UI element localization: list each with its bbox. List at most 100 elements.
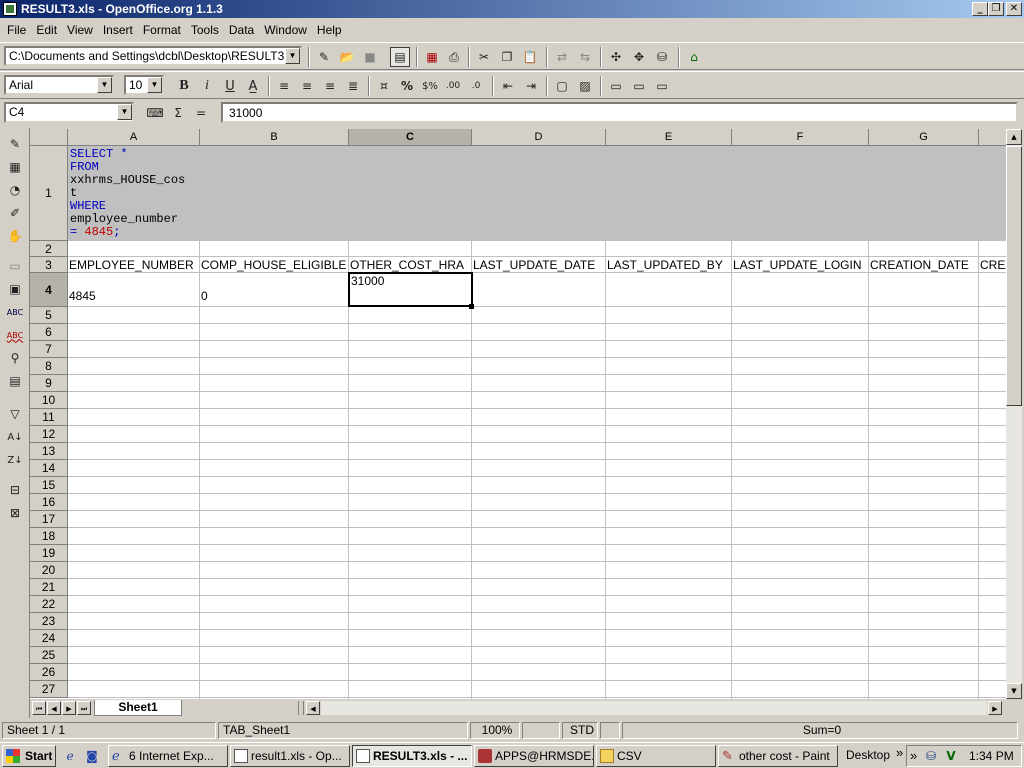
menu-format[interactable]: Format (138, 23, 186, 37)
row-header-27[interactable]: 27 (30, 681, 68, 698)
status-selection-mode[interactable]: STD (562, 722, 598, 739)
row-header-18[interactable]: 18 (30, 528, 68, 545)
start-button[interactable]: Start (2, 745, 56, 767)
row-header-15[interactable]: 15 (30, 477, 68, 494)
url-combo[interactable]: C:\Documents and Settings\dcbl\Desktop\R… (4, 46, 302, 66)
copy-icon[interactable]: ❐ (497, 47, 517, 67)
clock[interactable]: 1:34 PM (969, 749, 1014, 763)
currency-icon[interactable]: ¤ (374, 76, 394, 96)
cell-b4[interactable]: 0 (200, 289, 348, 304)
align-center-icon[interactable]: ≡ (297, 76, 317, 96)
row-header-4[interactable]: 4 (30, 273, 68, 307)
row-header-1[interactable]: 1 (30, 146, 68, 241)
first-sheet-icon[interactable]: ⏮ (32, 701, 46, 715)
horizontal-scroll-track[interactable] (321, 701, 987, 715)
data-sources-icon[interactable]: ⛁ (652, 47, 672, 67)
scroll-down-icon[interactable]: ▼ (1006, 683, 1022, 699)
edit-mode-icon[interactable]: ▤ (390, 47, 410, 67)
network-tray-icon[interactable]: ⛁ (921, 746, 941, 766)
column-header-e[interactable]: E (606, 129, 732, 146)
row-header-20[interactable]: 20 (30, 562, 68, 579)
find-replace-icon[interactable]: ⚲ (5, 348, 25, 368)
quicklaunch-icon[interactable]: ◙ (82, 746, 102, 766)
standard-number-icon[interactable]: $% (420, 76, 440, 96)
restore-button[interactable]: ❐ (988, 2, 1004, 16)
delete-decimal-icon[interactable]: .0 (466, 76, 486, 96)
formula-input[interactable]: 31000 (221, 102, 1018, 123)
stylist-icon[interactable]: ✥ (629, 47, 649, 67)
tab-splitter[interactable] (298, 701, 304, 715)
save-icon[interactable]: ■ (360, 47, 380, 67)
column-header-a[interactable]: A (68, 129, 200, 146)
justify-icon[interactable]: ≣ (343, 76, 363, 96)
tab-sheet1[interactable]: Sheet1 (94, 700, 182, 716)
insert-object-icon[interactable]: ◔ (5, 180, 25, 200)
italic-icon[interactable]: i (197, 76, 217, 96)
row-header-16[interactable]: 16 (30, 494, 68, 511)
tray-chevron-icon[interactable]: » (910, 748, 917, 763)
decrease-indent-icon[interactable]: ⇤ (498, 76, 518, 96)
column-header-b[interactable]: B (200, 129, 349, 146)
edit-file-icon[interactable]: ✎ (314, 47, 334, 67)
cell-h3[interactable]: CREA (979, 258, 1006, 273)
status-zoom[interactable]: 100% (470, 722, 520, 739)
cell-c4-selected[interactable]: 31000 (348, 272, 473, 307)
row-header-24[interactable]: 24 (30, 630, 68, 647)
spreadsheet-grid[interactable]: A B C D E F G SELECT * FROM xxhrms_HOUSE… (30, 129, 1006, 699)
task-csv-folder[interactable]: CSV (596, 745, 716, 767)
chevron-down-icon[interactable]: ▼ (147, 77, 162, 93)
row-header-5[interactable]: 5 (30, 307, 68, 324)
underline-icon[interactable]: U (220, 76, 240, 96)
navigator-icon[interactable]: ✣ (606, 47, 626, 67)
fill-handle[interactable] (469, 304, 474, 309)
menu-edit[interactable]: Edit (31, 23, 62, 37)
column-header-c[interactable]: C (349, 129, 472, 146)
menu-help[interactable]: Help (312, 23, 347, 37)
cell-format-icon-2[interactable]: ▭ (629, 76, 649, 96)
row-header-14[interactable]: 14 (30, 460, 68, 477)
cell-d3[interactable]: LAST_UPDATE_DATE (472, 258, 605, 273)
row-header-6[interactable]: 6 (30, 324, 68, 341)
last-sheet-icon[interactable]: ⏭ (77, 701, 91, 715)
column-header-h[interactable] (979, 129, 1006, 146)
scroll-left-icon[interactable]: ◀ (306, 701, 320, 715)
row-header-25[interactable]: 25 (30, 647, 68, 664)
borders-icon[interactable]: ▢ (552, 76, 572, 96)
column-header-g[interactable]: G (869, 129, 979, 146)
row-header-11[interactable]: 11 (30, 409, 68, 426)
prev-sheet-icon[interactable]: ◀ (47, 701, 61, 715)
vertical-scrollbar[interactable]: ▲ ▼ (1006, 129, 1022, 699)
next-sheet-icon[interactable]: ▶ (62, 701, 76, 715)
cut-icon[interactable]: ✂ (474, 47, 494, 67)
redo-icon[interactable]: ⇆ (575, 47, 595, 67)
chevron-down-icon[interactable]: ▼ (285, 48, 300, 64)
column-header-d[interactable]: D (472, 129, 606, 146)
align-right-icon[interactable]: ≡ (320, 76, 340, 96)
autospellcheck-icon[interactable]: ABC (5, 325, 25, 345)
increase-indent-icon[interactable]: ⇥ (521, 76, 541, 96)
function-equals-icon[interactable]: = (191, 103, 211, 123)
app-tray-icon[interactable]: V (941, 746, 961, 766)
add-decimal-icon[interactable]: .00 (443, 76, 463, 96)
task-apps-hrms[interactable]: APPS@HRMSDE... (474, 745, 594, 767)
ie-quicklaunch-icon[interactable]: ℯ (60, 746, 80, 766)
spellcheck-icon[interactable]: ABC (5, 302, 25, 322)
cell-a3[interactable]: EMPLOYEE_NUMBER (68, 258, 199, 273)
close-button[interactable]: ✕ (1006, 2, 1022, 16)
task-internet-explorer[interactable]: ℯ 6 Internet Exp... (108, 745, 228, 767)
row-header-21[interactable]: 21 (30, 579, 68, 596)
cell-a4[interactable]: 4845 (68, 289, 199, 304)
cell-format-icon-3[interactable]: ▭ (652, 76, 672, 96)
task-result3[interactable]: RESULT3.xls - ... (352, 745, 472, 767)
edit-pointer-icon[interactable]: ▭ (5, 256, 25, 276)
title-bar[interactable]: RESULT3.xls - OpenOffice.org 1.1.3 _ ❐ ✕ (0, 0, 1024, 18)
row-header-8[interactable]: 8 (30, 358, 68, 375)
select-all-corner[interactable] (30, 129, 68, 146)
draw-icon[interactable]: ✐ (5, 203, 25, 223)
insert-rows-icon[interactable]: ⊟ (5, 480, 25, 500)
cell-format-icon-1[interactable]: ▭ (606, 76, 626, 96)
cell-c3[interactable]: OTHER_COST_HRA (349, 258, 471, 273)
sum-icon[interactable]: Σ (168, 103, 188, 123)
row-header-2[interactable]: 2 (30, 241, 68, 257)
menu-view[interactable]: View (62, 23, 98, 37)
